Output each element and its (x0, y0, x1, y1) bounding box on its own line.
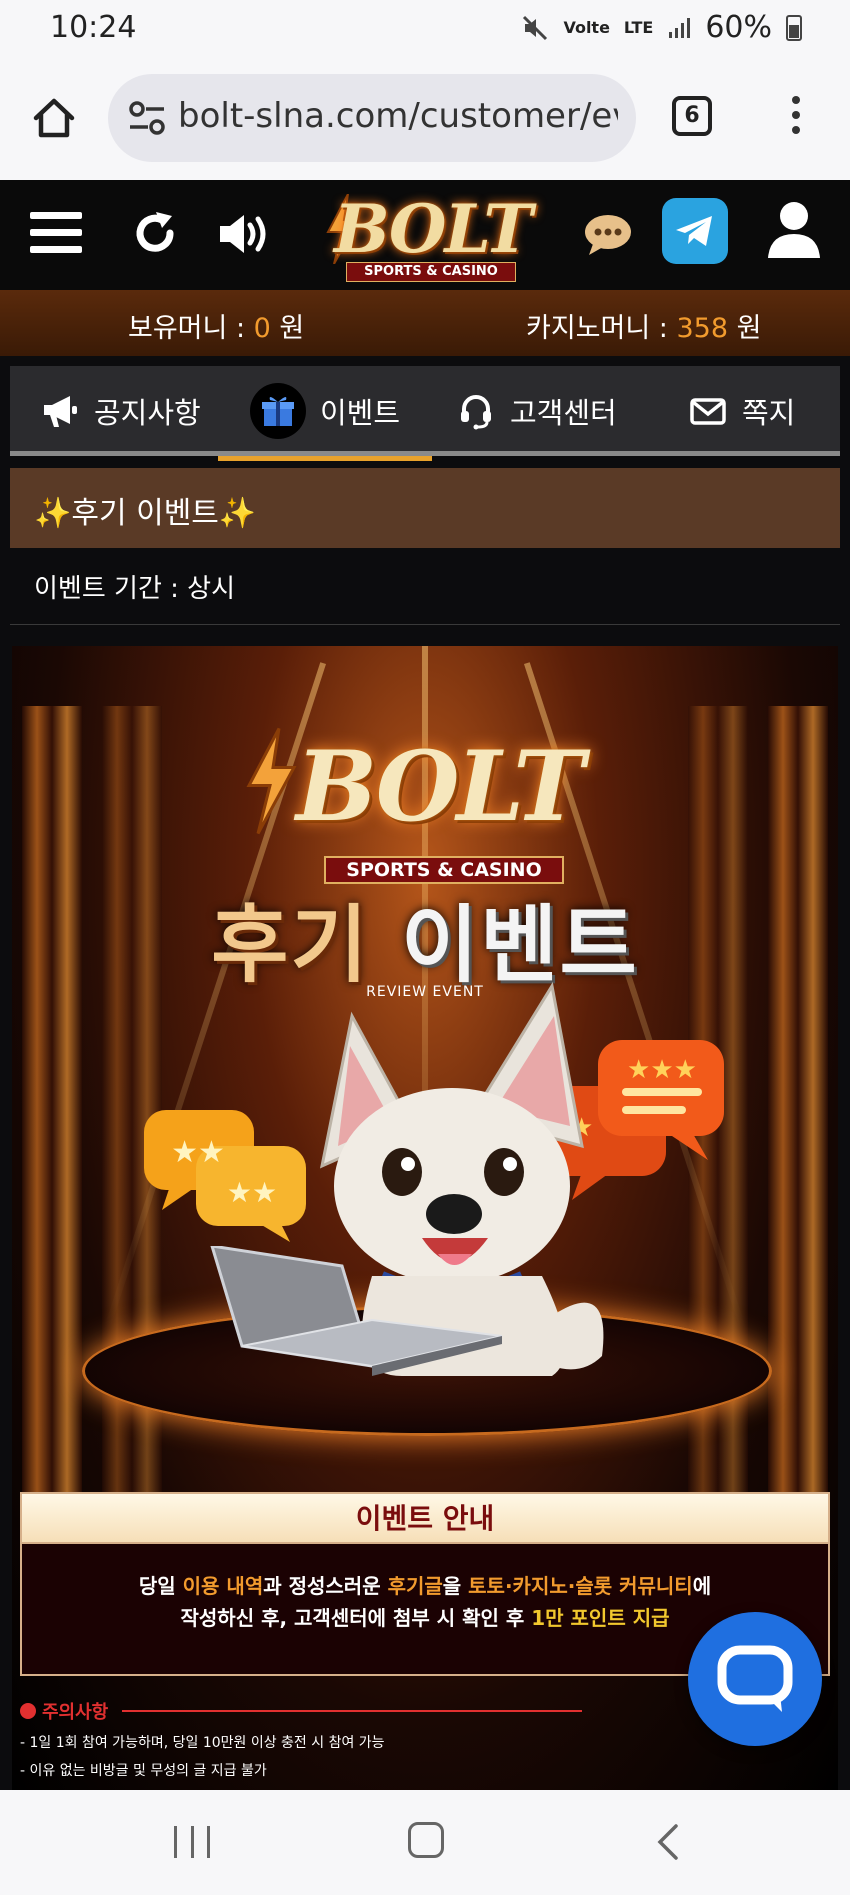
tab-notice[interactable]: 공지사항 (40, 366, 201, 456)
mail-icon (690, 398, 726, 425)
address-bar[interactable]: bolt-slna.com/customer/ev_ (108, 74, 636, 162)
caution-rule (122, 1710, 583, 1712)
lte-label: LTE (623, 17, 654, 37)
banner-pillar-right (768, 706, 828, 1526)
guide-text: 작성하신 후, 고객센터에 첨부 시 확인 후 (180, 1606, 532, 1630)
holding-money-unit: 원 (270, 313, 305, 344)
back-icon[interactable] (652, 1822, 682, 1862)
holding-money-value: 0 (253, 313, 271, 344)
tab-support[interactable]: 고객센터 (456, 366, 617, 456)
android-navigation-bar (0, 1790, 850, 1895)
caution-dot-icon (20, 1703, 36, 1719)
battery-text: 60% (705, 10, 772, 45)
status-icons: Volte LTE 60% (521, 10, 802, 45)
holding-money: 보유머니 : 0 원 (128, 306, 304, 345)
browser-menu-icon[interactable] (784, 96, 808, 138)
tab-notice-label: 공지사항 (94, 396, 201, 430)
guide-text: 을 (442, 1574, 469, 1598)
gift-icon (250, 383, 306, 439)
battery-icon (786, 14, 802, 41)
event-period: 이벤트 기간 : 상시 (34, 574, 235, 604)
home-icon[interactable] (30, 94, 78, 142)
lightning-icon (246, 727, 297, 835)
site-settings-icon[interactable] (128, 100, 166, 136)
guide-highlight: 토토·카지노·슬롯 커뮤니티 (468, 1574, 693, 1598)
telegram-button[interactable] (662, 198, 728, 264)
url-text[interactable]: bolt-slna.com/customer/ev_ (178, 96, 618, 136)
tab-support-label: 고객센터 (510, 396, 617, 430)
event-title: ✨후기 이벤트✨ (10, 468, 840, 548)
banner-pillar-left (22, 706, 82, 1526)
laptop-illustration (210, 1246, 503, 1376)
board-tabs: 공지사항 이벤트 고객센터 쪽지 (10, 366, 840, 461)
tab-switcher-button[interactable]: 6 (672, 96, 712, 136)
svg-text:★★★: ★★★ (627, 1055, 697, 1085)
megaphone-icon (44, 396, 77, 427)
event-guide-line1: 당일 이용 내역과 정성스러운 후기글을 토토·카지노·슬롯 커뮤니티에 (22, 1570, 828, 1602)
caution-title-text: 주의사항 (42, 1702, 109, 1723)
guide-highlight: 1만 포인트 지급 (531, 1606, 670, 1630)
signal-icon (669, 17, 691, 38)
tab-messages[interactable]: 쪽지 (688, 366, 795, 456)
headset-icon (461, 395, 491, 430)
status-time: 10:24 (50, 10, 137, 45)
casino-money: 카지노머니 : 358 원 (526, 306, 761, 345)
telegram-icon (676, 216, 712, 246)
guide-highlight: 후기글 (387, 1574, 443, 1598)
tab-event-label: 이벤트 (320, 396, 401, 430)
casino-money-unit: 원 (728, 313, 762, 344)
svg-text:★★: ★★ (171, 1135, 225, 1170)
logo-word: BOLT (334, 190, 533, 268)
site-header: BOLT SPORTS & CASINO (0, 180, 850, 290)
guide-text: 과 정성스러운 (263, 1574, 388, 1598)
caution-item: - 이유 없는 비방글 및 무성의 글 지급 불가 (20, 1763, 267, 1779)
casino-money-value: 358 (676, 313, 729, 344)
casino-money-label: 카지노머니 : (526, 313, 677, 344)
user-account-icon[interactable] (766, 200, 822, 260)
event-guide-title: 이벤트 안내 (22, 1494, 828, 1544)
money-bar: 보유머니 : 0 원 카지노머니 : 358 원 (0, 290, 850, 356)
guide-text: 에 (692, 1574, 712, 1598)
mute-icon (523, 15, 548, 40)
tab-event[interactable]: 이벤트 (217, 366, 433, 461)
chat-icon[interactable] (583, 212, 633, 256)
banner-logo-word: BOLT (296, 730, 585, 843)
divider (10, 624, 840, 625)
site-logo[interactable]: BOLT SPORTS & CASINO (322, 190, 533, 286)
logo-tagline: SPORTS & CASINO (346, 262, 516, 282)
volte-label: Volte (563, 17, 610, 37)
guide-highlight: 이용 내역 (182, 1574, 264, 1598)
live-chat-button[interactable] (688, 1612, 822, 1746)
status-bar: 10:24 Volte LTE 60% (0, 0, 850, 56)
sound-icon[interactable] (216, 210, 272, 258)
hamburger-menu-icon[interactable] (30, 212, 82, 256)
android-home-icon[interactable] (408, 1822, 444, 1858)
refresh-icon[interactable] (130, 208, 180, 258)
chat-bubble-icon (717, 1645, 793, 1712)
tab-messages-label: 쪽지 (742, 396, 796, 430)
browser-toolbar: bolt-slna.com/customer/ev_ 6 (0, 56, 850, 180)
recent-apps-icon[interactable] (174, 1826, 210, 1858)
banner-logo: BOLT SPORTS & CASINO (246, 727, 600, 884)
guide-text: 당일 (138, 1574, 183, 1598)
holding-money-label: 보유머니 : (128, 313, 254, 344)
